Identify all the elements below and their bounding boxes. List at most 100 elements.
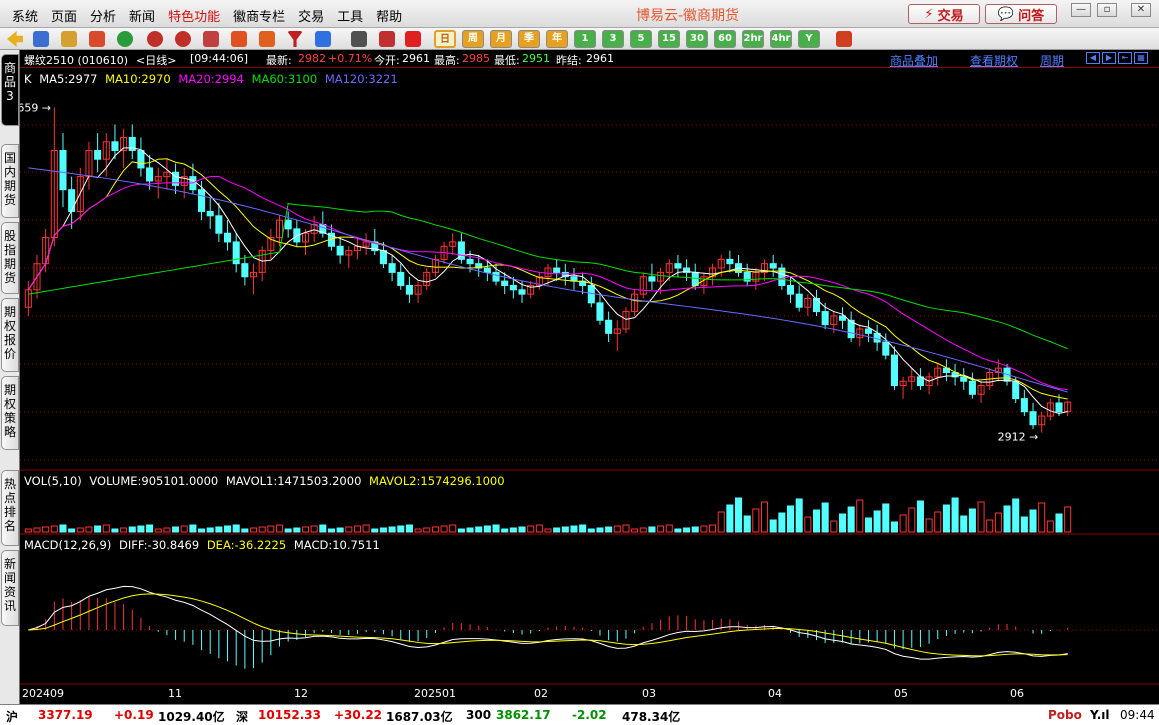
volume-bar [172, 526, 180, 533]
volume-bar [102, 524, 110, 533]
volume-bar [284, 528, 292, 533]
volume-bar [501, 528, 509, 533]
i300-label: 300 [466, 708, 492, 722]
chart-area: 螺纹2510 (010610) <日线> [09:44:06] 最新: 2982… [20, 50, 1159, 704]
volume-bar [362, 524, 370, 533]
candle-body [379, 250, 387, 265]
status-bar: 沪 3377.19 +0.19 1029.40亿 深 10152.33 +30.… [0, 704, 1159, 725]
table-quote-icon[interactable] [350, 30, 368, 48]
menu-item[interactable]: 工具 [333, 6, 372, 25]
volume-bar [864, 517, 872, 533]
candle-body [336, 245, 344, 256]
filter-funnel-icon[interactable] [286, 30, 304, 48]
kline-chart[interactable]: 3659 → 2912 → 202409 11 12 202501 02 03 04 05 06 [20, 50, 1159, 704]
volume-bar [232, 524, 240, 533]
new-badge-icon[interactable] [314, 30, 332, 48]
menu-item[interactable]: 特色功能 [164, 6, 229, 25]
left-tab[interactable]: 国内期货 [1, 144, 19, 218]
period-button[interactable]: 日 [434, 30, 456, 48]
volume-bar [968, 508, 976, 533]
chart-window-icon[interactable] [88, 30, 106, 48]
candle-body [483, 267, 491, 273]
period-button[interactable]: 2hr [742, 30, 764, 48]
left-tab[interactable]: 股指期货 [1, 222, 19, 294]
sz-label: 深 [236, 710, 249, 724]
menu-item[interactable]: 新闻 [125, 6, 164, 25]
back-arrow-icon[interactable] [6, 30, 24, 48]
maximize-button[interactable]: ▫ [1097, 3, 1117, 17]
alert-bell-icon[interactable] [258, 30, 276, 48]
period-button[interactable]: 5 [630, 30, 652, 48]
volume-bar [760, 501, 769, 533]
volume-bar [518, 526, 526, 533]
trade-button[interactable]: ⚡ 交易 [908, 4, 980, 24]
zoom-in-icon[interactable] [146, 30, 164, 48]
period-button[interactable]: 季 [518, 30, 540, 48]
menu-item[interactable]: 页面 [47, 6, 86, 25]
trade-button-label: 交易 [937, 8, 964, 24]
volume-bar [336, 527, 344, 533]
low-price-marker: 2912 → [998, 431, 1039, 444]
volume-bar [241, 528, 249, 533]
period-button[interactable]: 4hr [770, 30, 792, 48]
volume-bar [908, 507, 916, 533]
period-button[interactable]: 周 [462, 30, 484, 48]
x-axis-label: 12 [294, 687, 308, 700]
candle-body [224, 232, 232, 243]
volume-bar [224, 525, 232, 533]
volume-bar [327, 528, 336, 533]
settings-panel-icon[interactable] [835, 30, 853, 48]
menu-item[interactable]: 交易 [294, 6, 333, 25]
i300-value: 3862.17 [496, 708, 551, 722]
left-tab[interactable]: 期权报价 [1, 298, 19, 372]
menu-item[interactable]: 徽商专栏 [229, 6, 294, 25]
volume-bar [527, 525, 535, 533]
period-button[interactable]: 1 [574, 30, 596, 48]
toolbar: 日周月季年 1 3 5 15 30 60 2hr 4hr Y [0, 28, 1159, 50]
volume-bar [916, 500, 924, 533]
volume-bar [33, 527, 41, 533]
candle-body [596, 302, 604, 321]
period-button[interactable]: 15 [658, 30, 680, 48]
period-button[interactable]: 月 [490, 30, 512, 48]
menu-item[interactable]: 帮助 [372, 6, 411, 25]
database-icon[interactable] [60, 30, 78, 48]
app-window: 系统 页面 分析 新闻 特色功能 徽商专栏 交易 工具 帮助 博易云-徽商期货 ⚡ 交易 💬 问… [0, 0, 1159, 725]
volume-bar [570, 525, 578, 533]
qa-button[interactable]: 💬 问答 [985, 4, 1057, 24]
volume-bar [657, 525, 665, 533]
period-button[interactable]: 年 [546, 30, 568, 48]
period-button[interactable]: 3 [602, 30, 624, 48]
tick-chart-icon[interactable] [404, 30, 422, 48]
volume-bar [397, 525, 405, 533]
volume-bar [925, 518, 933, 533]
period-button[interactable]: Y [798, 30, 820, 48]
volume-bar [726, 504, 734, 533]
volume-bar [596, 527, 604, 533]
left-tab[interactable]: 新闻资讯 [1, 550, 19, 626]
volume-bar [475, 526, 483, 533]
window-layout-icon[interactable] [202, 30, 220, 48]
volume-bar [639, 527, 647, 533]
volume-bar [1003, 505, 1011, 533]
left-tab[interactable]: 商品3 [1, 54, 19, 126]
volume-bar [483, 525, 491, 533]
minimize-button[interactable]: — [1071, 3, 1091, 17]
volume-bar [388, 526, 396, 533]
menu-item[interactable]: 分析 [86, 6, 125, 25]
forward-arrow-icon[interactable] [32, 30, 50, 48]
refresh-icon[interactable] [116, 30, 134, 48]
volume-bar [873, 510, 881, 533]
period-button[interactable]: 30 [686, 30, 708, 48]
left-tab[interactable]: 热点排名 [1, 470, 19, 546]
sz-amount: 1687.03亿 [386, 710, 453, 724]
left-tab[interactable]: 期权策略 [1, 376, 19, 450]
pencil-draw-icon[interactable] [230, 30, 248, 48]
line-chart-icon[interactable] [378, 30, 396, 48]
zoom-out-icon[interactable] [174, 30, 192, 48]
volume-bar [1012, 498, 1020, 533]
close-button[interactable]: ✕ [1131, 3, 1151, 17]
candle-body [405, 284, 413, 295]
menu-item[interactable]: 系统 [8, 6, 47, 25]
period-button[interactable]: 60 [714, 30, 736, 48]
